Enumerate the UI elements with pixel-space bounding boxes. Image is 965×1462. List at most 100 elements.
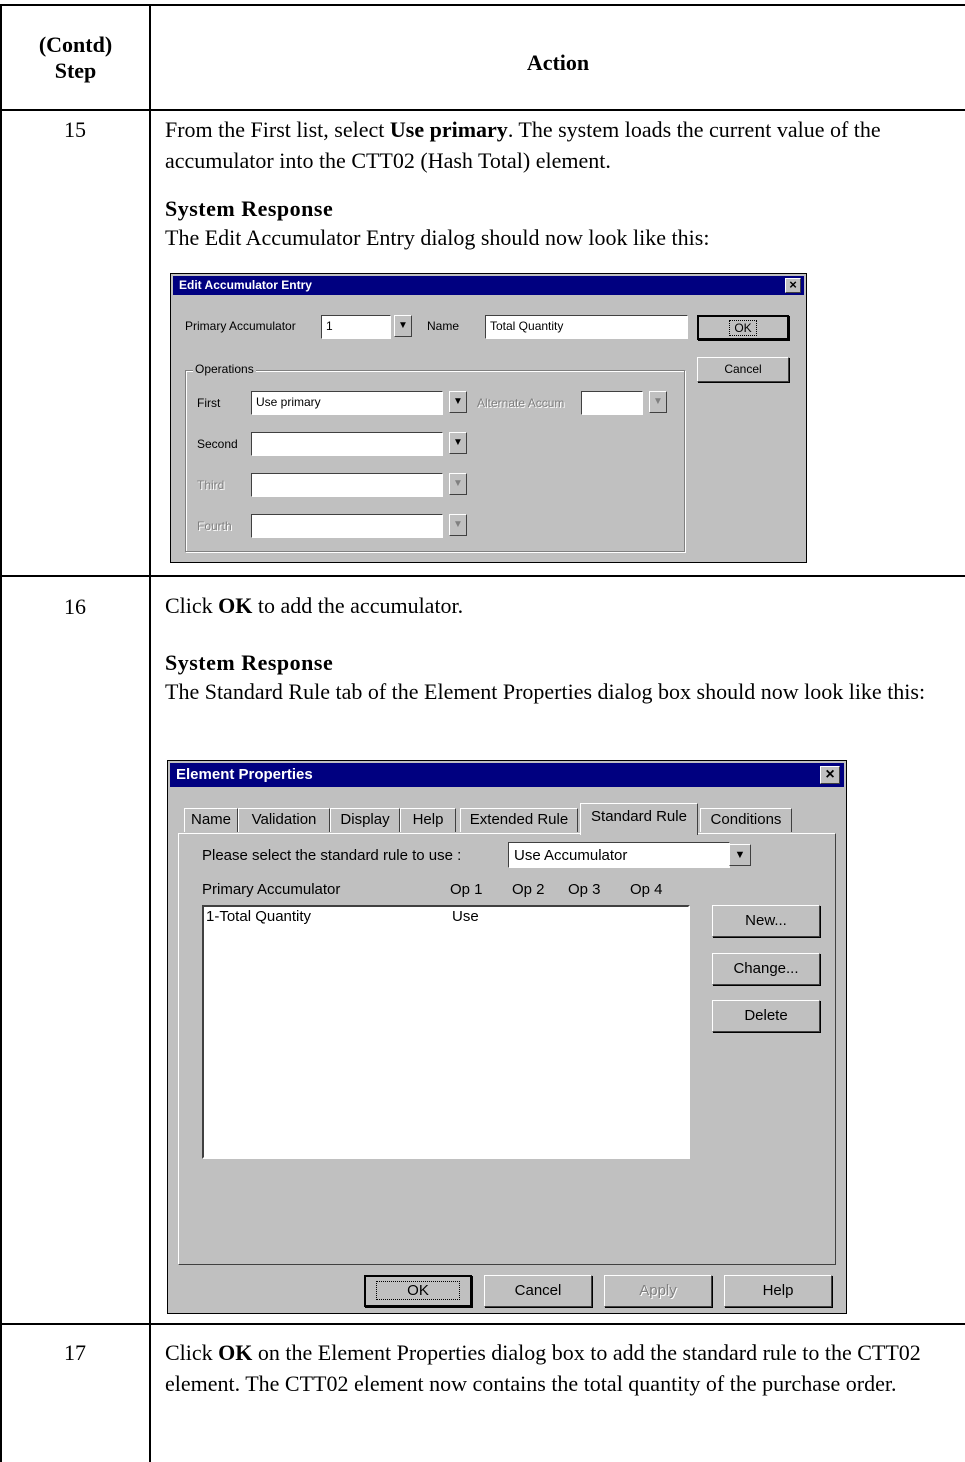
accumulator-list[interactable]: 1-Total Quantity Use	[202, 905, 690, 1159]
table-top-border	[0, 4, 965, 6]
name-label: Name	[427, 319, 460, 333]
dialog-title: Edit Accumulator Entry	[179, 278, 312, 292]
change-label: Change...	[733, 960, 799, 977]
table-left-border	[0, 4, 2, 1462]
system-response-title: System Response	[165, 196, 334, 221]
tab-extended-rule[interactable]: Extended Rule	[460, 808, 578, 832]
close-icon: ×	[825, 766, 835, 783]
system-response-text: The Standard Rule tab of the Element Pro…	[165, 679, 926, 704]
third-dropdown-button: ▼	[449, 473, 467, 495]
tab-label: Help	[412, 811, 444, 828]
row-divider-15-16	[0, 575, 965, 577]
row-divider-16-17	[0, 1323, 965, 1325]
list-header-op2: Op 2	[512, 881, 545, 898]
select-rule-label: Please select the standard rule to use :	[202, 847, 462, 864]
primary-accumulator-select[interactable]: 1	[321, 315, 391, 339]
chevron-down-icon: ▼	[734, 849, 746, 861]
close-icon: ×	[789, 277, 797, 292]
step-instruction: Click OK on the Element Properties dialo…	[165, 1337, 955, 1399]
primary-accumulator-label: Primary Accumulator	[185, 319, 296, 333]
close-button[interactable]: ×	[820, 766, 840, 784]
step-instruction: Click OK to add the accumulator.	[165, 590, 955, 621]
primary-accumulator-value: 1	[326, 319, 333, 333]
tab-name[interactable]: Name	[184, 808, 238, 832]
primary-accumulator-dropdown-button[interactable]: ▼	[394, 315, 412, 337]
ok-button[interactable]: OK	[697, 315, 789, 340]
instruction-text: to add the accumulator.	[252, 593, 464, 618]
operations-group-label: Operations	[193, 362, 256, 376]
ok-label: OK	[376, 1281, 460, 1300]
change-button[interactable]: Change...	[712, 953, 820, 985]
edit-accumulator-dialog: Edit Accumulator Entry × Primary Accumul…	[170, 273, 807, 563]
third-select	[251, 473, 443, 497]
cancel-button[interactable]: Cancel	[697, 357, 789, 382]
list-header-op3: Op 3	[568, 881, 601, 898]
chevron-down-icon: ▼	[453, 437, 463, 448]
header-step: (Contd) Step	[2, 32, 149, 84]
header-step-line2: Step	[54, 58, 97, 83]
first-select[interactable]: Use primary	[251, 391, 443, 415]
tab-label: Conditions	[710, 811, 782, 828]
delete-button[interactable]: Delete	[712, 1000, 820, 1032]
chevron-down-icon: ▼	[453, 396, 463, 407]
second-dropdown-button[interactable]: ▼	[449, 432, 467, 454]
ok-button[interactable]: OK	[364, 1275, 472, 1307]
chevron-down-icon: ▼	[453, 478, 463, 489]
list-item-op1: Use	[452, 908, 479, 925]
tab-label: Standard Rule	[591, 808, 687, 825]
second-label: Second	[197, 437, 238, 451]
list-header-op1: Op 1	[450, 881, 483, 898]
close-button[interactable]: ×	[785, 278, 801, 293]
alternate-accum-label: Alternate Accum	[477, 396, 565, 410]
tab-label: Name	[190, 811, 231, 828]
instruction-text: From the First list, select	[165, 117, 390, 142]
instruction-text: Click	[165, 593, 219, 618]
apply-label: Apply	[639, 1282, 677, 1299]
standard-rule-dropdown-button[interactable]: ▼	[729, 844, 751, 866]
help-label: Help	[762, 1282, 794, 1299]
system-response-title: System Response	[165, 650, 334, 675]
new-label: New...	[745, 912, 787, 929]
standard-rule-value: Use Accumulator	[514, 847, 628, 864]
alternate-accum-dropdown-button: ▼	[649, 391, 667, 413]
delete-label: Delete	[744, 1007, 788, 1024]
tab-display[interactable]: Display	[330, 808, 400, 832]
name-value: Total Quantity	[490, 319, 564, 333]
instruction-emphasis: OK	[218, 593, 253, 618]
dialog-title: Element Properties	[176, 766, 313, 783]
tab-label: Validation	[251, 811, 317, 828]
step-number: 16	[64, 594, 86, 619]
chevron-down-icon: ▼	[453, 519, 463, 530]
cancel-label: Cancel	[724, 362, 762, 376]
first-value: Use primary	[256, 395, 321, 409]
step-number: 15	[64, 117, 86, 142]
list-header-op4: Op 4	[630, 881, 663, 898]
tab-validation[interactable]: Validation	[238, 808, 330, 832]
help-button[interactable]: Help	[724, 1275, 832, 1307]
first-dropdown-button[interactable]: ▼	[449, 391, 467, 413]
tab-standard-rule[interactable]: Standard Rule	[580, 803, 698, 835]
system-response-text: The Edit Accumulator Entry dialog should…	[165, 225, 710, 250]
instruction-text: Click	[165, 1340, 219, 1365]
list-item-accumulator: 1-Total Quantity	[206, 908, 312, 925]
name-field[interactable]: Total Quantity	[485, 315, 688, 339]
header-action: Action	[526, 50, 590, 75]
third-label: Third	[197, 478, 225, 492]
fourth-dropdown-button: ▼	[449, 514, 467, 536]
chevron-down-icon: ▼	[653, 396, 663, 407]
list-header-primary-accumulator: Primary Accumulator	[202, 881, 341, 898]
ok-label: OK	[729, 320, 757, 336]
dialog-titlebar: Element Properties ×	[170, 763, 844, 787]
list-item[interactable]: 1-Total Quantity Use	[206, 908, 686, 928]
tab-help[interactable]: Help	[400, 808, 456, 832]
cancel-label: Cancel	[514, 1282, 562, 1299]
tab-conditions[interactable]: Conditions	[700, 808, 792, 832]
fourth-label: Fourth	[197, 519, 232, 533]
chevron-down-icon: ▼	[398, 320, 408, 331]
new-button[interactable]: New...	[712, 905, 820, 937]
header-step-line1: (Contd)	[38, 32, 113, 57]
second-select[interactable]	[251, 432, 443, 456]
cancel-button[interactable]: Cancel	[484, 1275, 592, 1307]
tab-label: Extended Rule	[469, 811, 569, 828]
standard-rule-select[interactable]: Use Accumulator	[508, 842, 730, 868]
